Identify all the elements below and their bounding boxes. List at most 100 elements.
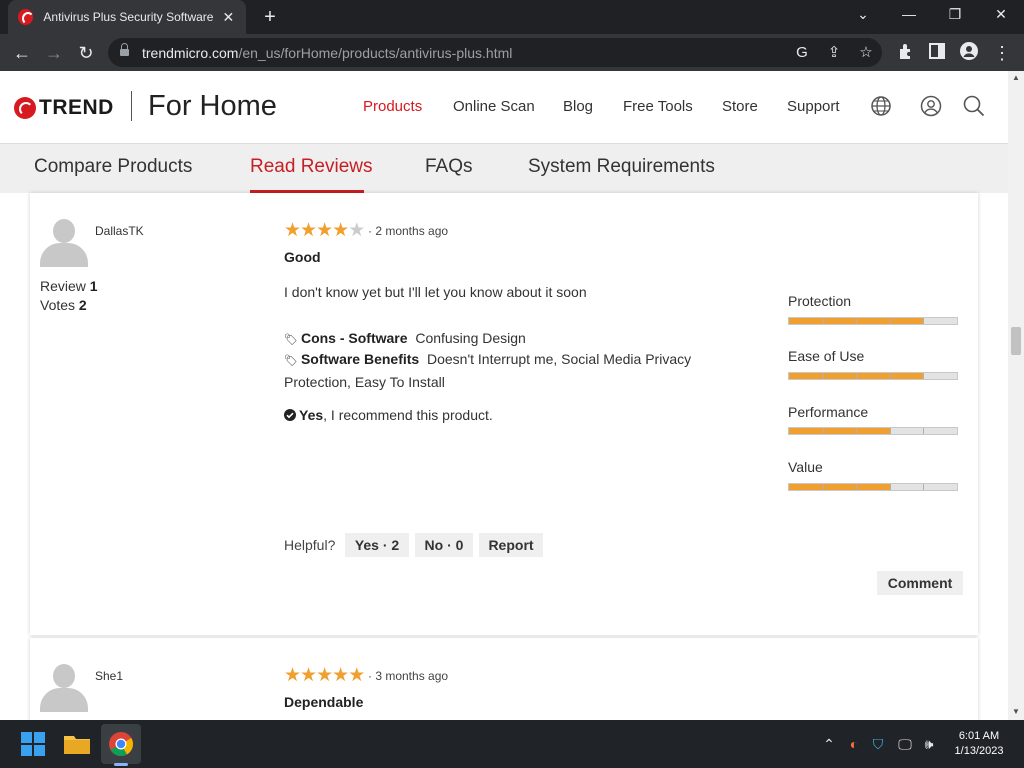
- rating-segment-divider: [889, 484, 891, 490]
- tab-system-requirements[interactable]: System Requirements: [528, 156, 715, 178]
- tab-faqs[interactable]: FAQs: [425, 156, 473, 178]
- browser-toolbar: ← → ↻ trendmicro.com/en_us/forHome/produ…: [0, 34, 1024, 71]
- helpful-yes-button[interactable]: Yes · 2: [345, 533, 409, 557]
- tray-overflow-chevron-icon[interactable]: ⌃: [820, 736, 838, 753]
- forward-button[interactable]: →: [42, 41, 66, 65]
- rating-segment-divider: [822, 484, 824, 490]
- account-icon[interactable]: [920, 95, 942, 117]
- nav-support[interactable]: Support: [787, 98, 840, 115]
- security-shield-icon[interactable]: ⛉: [869, 736, 887, 753]
- rating-protection-bar: [788, 317, 958, 325]
- trend-micro-favicon-icon: [18, 9, 35, 25]
- restore-button[interactable]: ❐: [943, 6, 967, 23]
- review-card: DallasTK Review 1 Votes 2 ★★★★★ · 2 mont…: [30, 193, 978, 635]
- rating-segment-divider: [889, 373, 891, 379]
- url-text: trendmicro.com/en_us/forHome/products/an…: [142, 45, 513, 61]
- browser-menu-icon[interactable]: ⋮: [990, 41, 1014, 65]
- rating-segment-divider: [856, 373, 858, 379]
- share-icon[interactable]: ⇪: [824, 43, 844, 63]
- bookmark-star-icon[interactable]: ☆: [856, 43, 876, 63]
- reviewer-name[interactable]: DallasTK: [95, 224, 144, 238]
- address-bar[interactable]: trendmicro.com/en_us/forHome/products/an…: [108, 38, 882, 67]
- comment-button[interactable]: Comment: [877, 571, 963, 595]
- network-icon[interactable]: 🖵: [896, 736, 914, 753]
- google-icon[interactable]: G: [792, 43, 812, 63]
- trend-ball-icon: [14, 97, 36, 119]
- file-explorer-icon[interactable]: [61, 728, 93, 760]
- rating-protection-label: Protection: [788, 293, 852, 309]
- tab-close-icon[interactable]: ✕: [221, 9, 236, 26]
- rating-segment-divider: [856, 484, 858, 490]
- star-filled-icon: ★: [300, 220, 317, 241]
- search-icon[interactable]: [963, 95, 985, 117]
- page-scrollbar[interactable]: ▲ ▼: [1008, 71, 1024, 720]
- tag-icon: 🏷: [284, 355, 298, 367]
- rating-segment-divider: [923, 484, 925, 490]
- scroll-thumb[interactable]: [1011, 327, 1021, 355]
- tab-title: Antivirus Plus Security Software |: [43, 10, 213, 24]
- star-rating: ★★★★★: [284, 220, 365, 241]
- rating-segment-divider: [923, 318, 925, 324]
- scroll-up-arrow-icon[interactable]: ▲: [1008, 73, 1024, 82]
- nav-products[interactable]: Products: [363, 98, 422, 115]
- star-rating: ★★★★★: [284, 665, 365, 686]
- trend-logo[interactable]: TREND: [14, 96, 114, 120]
- star-filled-icon: ★: [316, 220, 333, 241]
- rating-performance-label: Performance: [788, 404, 869, 420]
- browser-tab[interactable]: Antivirus Plus Security Software | ✕: [8, 0, 246, 34]
- extensions-puzzle-icon[interactable]: [897, 42, 915, 60]
- tag-icon: 🏷: [284, 334, 298, 346]
- star-filled-icon: ★: [316, 665, 333, 686]
- helpful-label: Helpful?: [284, 537, 336, 553]
- avatar: [40, 219, 88, 267]
- report-button[interactable]: Report: [479, 533, 543, 557]
- volume-icon[interactable]: 🕪: [920, 736, 938, 753]
- back-button[interactable]: ←: [10, 41, 34, 65]
- nav-store[interactable]: Store: [722, 98, 758, 115]
- tab-compare-products[interactable]: Compare Products: [34, 156, 192, 178]
- review-date: · 3 months ago: [368, 669, 449, 683]
- rating-segment-divider: [822, 318, 824, 324]
- logo-divider: [131, 91, 132, 121]
- avatar: [40, 664, 88, 712]
- profile-icon[interactable]: [960, 42, 978, 60]
- minimize-button[interactable]: —: [897, 6, 921, 22]
- side-panel-icon[interactable]: [929, 43, 945, 59]
- nav-blog[interactable]: Blog: [563, 98, 593, 115]
- tab-read-reviews[interactable]: Read Reviews: [250, 156, 373, 178]
- rating-fill: [789, 428, 890, 434]
- new-tab-button[interactable]: +: [258, 5, 282, 29]
- rating-segment-divider: [923, 373, 925, 379]
- rating-segment-divider: [856, 428, 858, 434]
- rating-value-label: Value: [788, 459, 823, 475]
- star-filled-icon: ★: [332, 665, 349, 686]
- windows-start-icon[interactable]: [17, 728, 49, 760]
- rating-value-bar: [788, 483, 958, 491]
- reload-button[interactable]: ↻: [74, 41, 98, 65]
- star-filled-icon: ★: [284, 665, 301, 686]
- scroll-down-arrow-icon[interactable]: ▼: [1008, 707, 1024, 716]
- brand-subtitle[interactable]: For Home: [148, 90, 277, 123]
- rating-segment-divider: [889, 428, 891, 434]
- review-card: She1 ★★★★★ · 3 months ago Dependable: [30, 638, 978, 720]
- tab-search-chevron-icon[interactable]: ⌄: [851, 6, 875, 23]
- review-title: Dependable: [284, 694, 364, 710]
- star-empty-icon: ★: [348, 220, 365, 241]
- close-window-button[interactable]: ✕: [989, 6, 1013, 23]
- recommendation: Yes, I recommend this product.: [284, 405, 724, 426]
- benefits-tag: 🏷 Software Benefits Doesn't Interrupt me,…: [284, 351, 692, 390]
- rating-segment-divider: [822, 373, 824, 379]
- globe-icon[interactable]: [870, 95, 892, 117]
- taskbar-clock[interactable]: 6:01 AM 1/13/2023: [944, 729, 1014, 759]
- star-filled-icon: ★: [284, 220, 301, 241]
- tray-app-icon[interactable]: ◐: [845, 736, 863, 752]
- nav-online-scan[interactable]: Online Scan: [453, 98, 535, 115]
- star-filled-icon: ★: [348, 665, 365, 686]
- nav-free-tools[interactable]: Free Tools: [623, 98, 693, 115]
- chrome-icon[interactable]: [105, 728, 137, 760]
- review-title: Good: [284, 249, 321, 265]
- star-filled-icon: ★: [300, 665, 317, 686]
- votes-count: Votes 2: [40, 297, 87, 313]
- helpful-no-button[interactable]: No · 0: [415, 533, 473, 557]
- reviewer-name[interactable]: She1: [95, 669, 123, 683]
